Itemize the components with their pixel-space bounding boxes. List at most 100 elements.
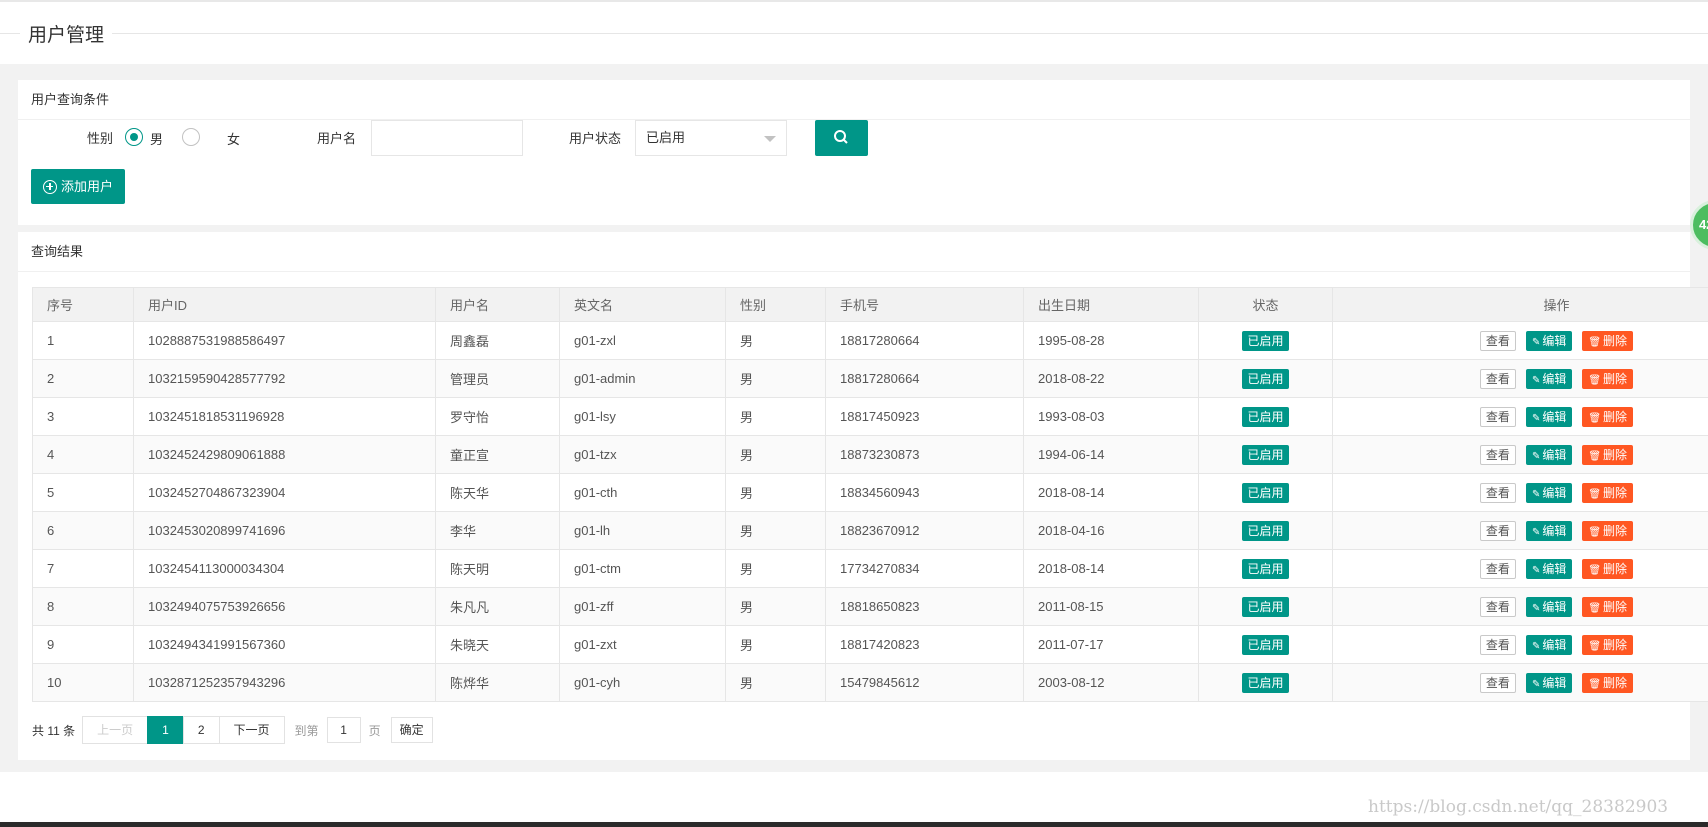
- cell-en: g01-cth: [559, 473, 726, 512]
- gender-male-radio[interactable]: [125, 128, 143, 146]
- view-button[interactable]: 查看: [1479, 482, 1516, 503]
- cell-birth: 2018-08-14: [1023, 549, 1199, 588]
- results-card-header: 查询结果: [18, 232, 1690, 272]
- delete-button[interactable]: 🗑 删除: [1582, 406, 1634, 427]
- view-button[interactable]: 查看: [1479, 406, 1516, 427]
- cell-gender: 男: [725, 663, 826, 702]
- page-button-2[interactable]: 2: [182, 716, 220, 744]
- cell-phone: 18873230873: [825, 435, 1024, 474]
- cell-status: 已启用: [1198, 435, 1333, 474]
- cell-en: g01-ctm: [559, 549, 726, 588]
- delete-button[interactable]: 🗑 删除: [1582, 596, 1634, 617]
- cell-gender: 男: [725, 397, 826, 436]
- pencil-icon: ✎: [1531, 526, 1541, 538]
- username-input[interactable]: [371, 120, 523, 156]
- edit-button[interactable]: ✎ 编辑: [1525, 482, 1573, 503]
- view-button[interactable]: 查看: [1479, 368, 1516, 389]
- table-row: 1 1028887531988586497 周鑫磊 g01-zxl 男 188172806…: [32, 321, 1708, 360]
- status-select[interactable]: 已启用: [635, 120, 787, 156]
- goto-confirm-button[interactable]: 确定: [390, 717, 433, 743]
- delete-label: 删除: [1603, 675, 1628, 690]
- table-row: 2 1032159590428577792 管理员 g01-admin 男 1881728…: [32, 359, 1708, 398]
- col-header: 用户名: [435, 287, 560, 322]
- delete-button[interactable]: 🗑 删除: [1582, 444, 1634, 465]
- cell-no: 4: [32, 435, 134, 474]
- cell-status: 已启用: [1198, 663, 1333, 702]
- cell-en: g01-admin: [559, 359, 726, 398]
- delete-button[interactable]: 🗑 删除: [1582, 520, 1634, 541]
- col-header: 手机号: [825, 287, 1024, 322]
- view-button[interactable]: 查看: [1479, 330, 1516, 351]
- gender-male-label[interactable]: 男: [150, 129, 163, 148]
- cell-status: 已启用: [1198, 397, 1333, 436]
- cell-phone: 18817420823: [825, 625, 1024, 664]
- trash-icon: 🗑: [1588, 336, 1602, 348]
- prev-page-button[interactable]: 上一页: [82, 716, 149, 744]
- delete-label: 删除: [1603, 599, 1628, 614]
- cell-actions: 查看 ✎ 编辑 🗑 删除: [1332, 625, 1708, 664]
- gender-female-radio[interactable]: [182, 128, 200, 146]
- delete-button[interactable]: 🗑 删除: [1582, 482, 1634, 503]
- delete-button[interactable]: 🗑 删除: [1582, 330, 1634, 351]
- cell-en: g01-lsy: [559, 397, 726, 436]
- view-button[interactable]: 查看: [1479, 672, 1516, 693]
- delete-button[interactable]: 🗑 删除: [1582, 634, 1634, 655]
- next-page-button[interactable]: 下一页: [218, 716, 285, 744]
- edit-label: 编辑: [1542, 409, 1567, 424]
- cell-no: 3: [32, 397, 134, 436]
- view-button[interactable]: 查看: [1479, 520, 1516, 541]
- edit-button[interactable]: ✎ 编辑: [1525, 520, 1573, 541]
- edit-button[interactable]: ✎ 编辑: [1525, 406, 1573, 427]
- edit-button[interactable]: ✎ 编辑: [1525, 634, 1573, 655]
- delete-button[interactable]: 🗑 删除: [1582, 368, 1634, 389]
- cell-birth: 2018-04-16: [1023, 511, 1199, 550]
- cell-status: 已启用: [1198, 321, 1333, 360]
- cell-actions: 查看 ✎ 编辑 🗑 删除: [1332, 587, 1708, 626]
- page-unit-label: 页: [368, 723, 381, 738]
- edit-label: 编辑: [1542, 485, 1567, 500]
- status-badge: 已启用: [1242, 444, 1289, 465]
- cell-gender: 男: [725, 587, 826, 626]
- edit-label: 编辑: [1542, 599, 1567, 614]
- cell-birth: 2018-08-22: [1023, 359, 1199, 398]
- delete-button[interactable]: 🗑 删除: [1582, 558, 1634, 579]
- status-badge: 已启用: [1242, 634, 1289, 655]
- cell-name: 童正宣: [435, 435, 560, 474]
- cell-phone: 17734270834: [825, 549, 1024, 588]
- pencil-icon: ✎: [1531, 602, 1541, 614]
- edit-button[interactable]: ✎ 编辑: [1525, 330, 1573, 351]
- cell-status: 已启用: [1198, 587, 1333, 626]
- view-button[interactable]: 查看: [1479, 444, 1516, 465]
- cell-no: 7: [32, 549, 134, 588]
- gender-female-label[interactable]: 女: [227, 129, 240, 148]
- edit-label: 编辑: [1542, 523, 1567, 538]
- edit-button[interactable]: ✎ 编辑: [1525, 368, 1573, 389]
- cell-actions: 查看 ✎ 编辑 🗑 删除: [1332, 511, 1708, 550]
- table-row: 7 1032454113000034304 陈天明 g01-ctm 男 177342708…: [32, 549, 1708, 588]
- add-user-button[interactable]: 添加用户: [31, 169, 126, 204]
- cell-name: 朱凡凡: [435, 587, 560, 626]
- col-header: 序号: [32, 287, 134, 322]
- cell-no: 6: [32, 511, 134, 550]
- view-button[interactable]: 查看: [1479, 634, 1516, 655]
- cell-gender: 男: [725, 435, 826, 474]
- cell-name: 周鑫磊: [435, 321, 560, 360]
- search-button[interactable]: [815, 120, 868, 156]
- view-button[interactable]: 查看: [1479, 596, 1516, 617]
- goto-page-input[interactable]: 1: [326, 717, 361, 743]
- edit-button[interactable]: ✎ 编辑: [1525, 596, 1573, 617]
- status-badge: 已启用: [1242, 596, 1289, 617]
- cell-gender: 男: [725, 359, 826, 398]
- cell-name: 陈天华: [435, 473, 560, 512]
- page-button-1[interactable]: 1: [147, 716, 184, 744]
- cell-name: 朱晓天: [435, 625, 560, 664]
- edit-button[interactable]: ✎ 编辑: [1525, 558, 1573, 579]
- edit-button[interactable]: ✎ 编辑: [1525, 444, 1573, 465]
- edit-button[interactable]: ✎ 编辑: [1525, 672, 1573, 693]
- trash-icon: 🗑: [1588, 564, 1602, 576]
- delete-button[interactable]: 🗑 删除: [1582, 672, 1634, 693]
- cell-phone: 18834560943: [825, 473, 1024, 512]
- cell-no: 1: [32, 321, 134, 360]
- cell-phone: 15479845612: [825, 663, 1024, 702]
- view-button[interactable]: 查看: [1479, 558, 1516, 579]
